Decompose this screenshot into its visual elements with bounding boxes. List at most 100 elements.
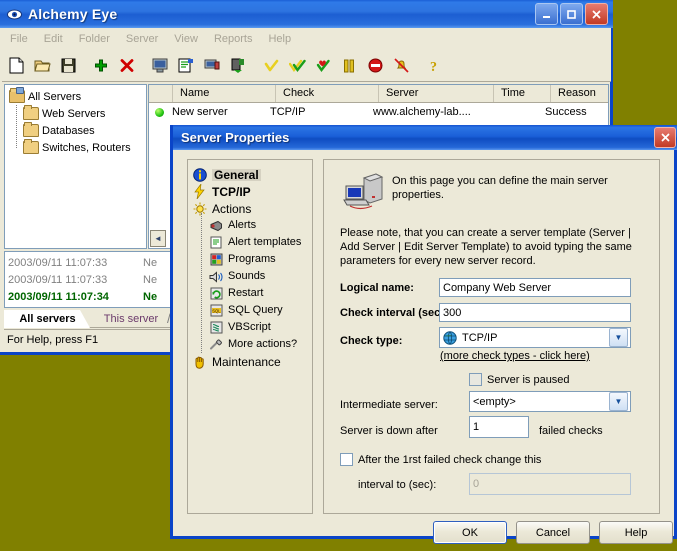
nav-label: Restart <box>228 288 263 299</box>
windows-program-icon <box>208 252 224 267</box>
help-question-icon[interactable]: ? <box>422 54 446 78</box>
close-button[interactable] <box>585 3 608 25</box>
server-tree[interactable]: All Servers Web Servers Databases Switch… <box>4 84 147 249</box>
export-icon[interactable] <box>226 54 250 78</box>
tree-node-switches-routers[interactable]: Switches, Routers <box>9 139 146 156</box>
chevron-down-icon[interactable]: ▼ <box>609 392 628 411</box>
checkbox-box[interactable] <box>340 453 353 466</box>
column-reason[interactable]: Reason <box>551 85 608 102</box>
column-check[interactable]: Check <box>276 85 379 102</box>
nav-item-restart[interactable]: Restart <box>192 285 312 302</box>
delete-server-icon[interactable] <box>115 54 139 78</box>
cancel-button[interactable]: Cancel <box>516 521 590 544</box>
mute-alarm-icon[interactable] <box>389 54 413 78</box>
monitor-icon[interactable] <box>148 54 172 78</box>
logical-name-input[interactable]: Company Web Server <box>439 278 631 297</box>
check-type-value: TCP/IP <box>462 332 497 344</box>
check-heart-icon[interactable] <box>311 54 335 78</box>
ok-button[interactable]: OK <box>433 521 507 544</box>
interval-to-value: 0 <box>473 478 479 490</box>
folder-icon <box>23 141 39 155</box>
scroll-left-button[interactable]: ◄ <box>150 230 166 247</box>
menu-edit[interactable]: Edit <box>36 31 71 47</box>
nav-item-actions[interactable]: Actions <box>192 200 312 217</box>
menu-server[interactable]: Server <box>118 31 166 47</box>
dialog-close-button[interactable] <box>654 127 676 148</box>
column-time[interactable]: Time <box>494 85 551 102</box>
window-controls <box>535 3 608 25</box>
nav-item-maintenance[interactable]: Maintenance <box>192 353 312 370</box>
menu-file[interactable]: File <box>2 31 36 47</box>
dialog-buttons: OK Cancel Help <box>173 521 674 551</box>
info-icon <box>192 167 208 182</box>
server-properties-dialog: Server Properties General TCP/IP <box>170 125 677 539</box>
failed-checks-label: failed checks <box>539 425 603 437</box>
remote-monitor-icon[interactable] <box>200 54 224 78</box>
column-status[interactable] <box>149 85 173 102</box>
properties-icon[interactable] <box>174 54 198 78</box>
tree-node-all-servers[interactable]: All Servers <box>9 88 146 105</box>
check-interval-label: Check interval (sec.) <box>340 307 447 319</box>
tree-node-databases[interactable]: Databases <box>9 122 146 139</box>
more-check-types-link[interactable]: (more check types - click here) <box>440 350 590 362</box>
nav-item-more-actions[interactable]: More actions? <box>192 336 312 353</box>
tree-label: All Servers <box>28 91 81 103</box>
nav-label: Alert templates <box>228 237 301 248</box>
server-paused-checkbox[interactable]: Server is paused <box>469 373 570 386</box>
column-name[interactable]: Name <box>173 85 276 102</box>
down-after-input[interactable]: 1 <box>469 416 529 438</box>
tree-node-web-servers[interactable]: Web Servers <box>9 105 146 122</box>
nav-item-tcpip[interactable]: TCP/IP <box>192 183 312 200</box>
dialog-nav-tree[interactable]: General TCP/IP Actions Alerts <box>187 159 313 514</box>
down-after-value: 1 <box>473 421 479 433</box>
pause-icon[interactable] <box>337 54 361 78</box>
menu-view[interactable]: View <box>166 31 206 47</box>
menu-help[interactable]: Help <box>260 31 299 47</box>
column-server[interactable]: Server <box>379 85 494 102</box>
intermediate-server-combobox[interactable]: <empty> ▼ <box>469 391 631 412</box>
maximize-button[interactable] <box>560 3 583 25</box>
nav-item-vbscript[interactable]: VBScript <box>192 319 312 336</box>
dialog-titlebar: Server Properties <box>173 125 677 150</box>
nav-item-programs[interactable]: Programs <box>192 251 312 268</box>
save-disk-icon[interactable] <box>56 54 80 78</box>
nav-label: VBScript <box>228 322 271 333</box>
menu-folder[interactable]: Folder <box>71 31 118 47</box>
menu-reports[interactable]: Reports <box>206 31 261 47</box>
check-type-combobox[interactable]: TCP/IP ▼ <box>439 327 631 348</box>
minimize-button[interactable] <box>535 3 558 25</box>
check-single-icon[interactable] <box>259 54 283 78</box>
hand-stop-icon <box>192 354 208 369</box>
nav-item-alerts[interactable]: Alerts <box>192 217 312 234</box>
check-interval-input[interactable]: 300 <box>439 303 631 322</box>
nav-label: Sounds <box>228 271 265 282</box>
change-interval-checkbox[interactable]: After the 1rst failed check change this <box>340 453 541 466</box>
intermediate-server-label: Intermediate server: <box>340 399 438 411</box>
page-intro-text: On this page you can define the main ser… <box>392 174 642 202</box>
checkbox-box[interactable] <box>469 373 482 386</box>
chevron-down-icon[interactable]: ▼ <box>609 328 628 347</box>
log-text: Ne <box>143 274 157 286</box>
interval-to-input[interactable]: 0 <box>469 473 631 495</box>
nav-item-sql-query[interactable]: SQL SQL Query <box>192 302 312 319</box>
open-folder-icon[interactable] <box>30 54 54 78</box>
new-document-icon[interactable] <box>4 54 28 78</box>
nav-item-alert-templates[interactable]: Alert templates <box>192 234 312 251</box>
nav-item-general[interactable]: General <box>192 166 312 183</box>
page-note-text: Please note, that you can create a serve… <box>340 226 650 268</box>
table-row[interactable]: New server TCP/IP www.alchemy-lab.... Su… <box>149 103 608 121</box>
check-interval-value: 300 <box>443 307 461 319</box>
check-double-icon[interactable] <box>285 54 309 78</box>
cell-name: New server <box>168 106 263 118</box>
interval-to-label: interval to (sec): <box>358 479 436 491</box>
statusbar-text: For Help, press F1 <box>7 334 98 346</box>
nav-item-sounds[interactable]: Sounds <box>192 268 312 285</box>
window-title: Alchemy Eye <box>28 6 117 22</box>
stop-icon[interactable] <box>363 54 387 78</box>
server-computer-icon <box>342 172 384 212</box>
help-button[interactable]: Help <box>599 521 673 544</box>
log-text: Ne <box>143 291 157 303</box>
add-server-icon[interactable] <box>89 54 113 78</box>
tab-all-servers[interactable]: All servers <box>4 310 90 328</box>
tab-this-server[interactable]: This server <box>88 310 174 328</box>
